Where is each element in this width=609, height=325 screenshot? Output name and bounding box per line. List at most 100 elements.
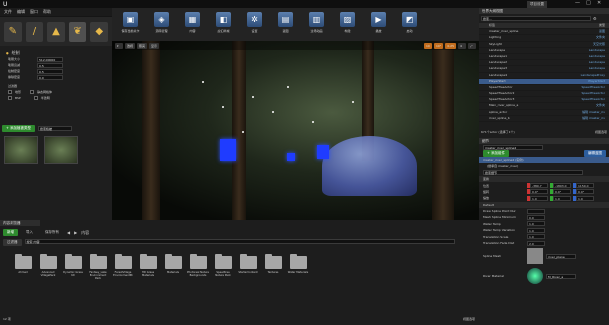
detail-prop-value[interactable]: 1.0 — [527, 227, 545, 233]
location-y[interactable]: -1803.0 — [553, 183, 571, 189]
river-material-thumbnail[interactable] — [527, 268, 543, 285]
viewport-menu-button[interactable]: ▾ — [115, 42, 123, 49]
close-button[interactable]: ✕ — [597, 0, 601, 6]
import-button[interactable]: 导入 — [22, 229, 37, 236]
volume-dome[interactable] — [322, 136, 417, 196]
landscape-mode-icon[interactable]: ▲ — [47, 21, 65, 42]
folder-item[interactable]: Materials — [162, 254, 184, 280]
paint-density-field[interactable]: 0.5 — [37, 68, 63, 74]
menu-file[interactable]: 文件 — [4, 9, 12, 15]
level-viewport[interactable]: ▾ 透视 照亮 显示 10 10° 0.25 4 ⤢ — [112, 41, 479, 220]
detail-prop-value[interactable] — [527, 208, 545, 214]
geometry-mode-icon[interactable]: ◆ — [90, 21, 108, 42]
brush-size-field[interactable]: 512.00000 — [37, 56, 63, 62]
outliner-search-input[interactable]: 搜索... — [481, 16, 591, 21]
save-button[interactable]: ▣ 保存当前关卡 — [118, 12, 143, 37]
paint-mode-icon[interactable]: / — [25, 21, 44, 42]
transform-section[interactable]: 变换 — [483, 177, 489, 181]
forward-icon[interactable]: ▶ — [74, 230, 77, 235]
detail-prop-value[interactable]: 1.0 — [527, 234, 545, 240]
blueprints-button[interactable]: ▤ 蓝图 — [273, 12, 298, 37]
detail-prop-label: Translation Fade Dist — [483, 241, 515, 246]
minimize-button[interactable]: — — [575, 0, 580, 6]
content-path[interactable]: 内容 — [81, 230, 89, 236]
marketplace-button[interactable]: ◧ 虚幻商城 — [211, 12, 236, 37]
foliage-thumbnail[interactable] — [44, 136, 78, 164]
folder-item[interactable]: Water Materials — [287, 254, 309, 280]
add-component-button[interactable]: + 添加组件 — [483, 150, 510, 158]
river-material-dropdown[interactable]: M_River_a — [546, 273, 576, 279]
static-mesh-checkbox[interactable] — [30, 90, 35, 94]
lit-button[interactable]: 照亮 — [137, 42, 148, 49]
source-control-button[interactable]: ◈ 源码管理 — [149, 12, 174, 37]
back-icon[interactable]: ◀ — [67, 230, 70, 235]
settings-button[interactable]: ✲ 设置 — [242, 12, 267, 37]
scale-snap-button[interactable]: 0.25 — [445, 42, 456, 49]
scale-z[interactable]: 1.0 — [576, 195, 594, 201]
grid-snap-button[interactable]: 10 — [423, 42, 432, 49]
folder-item[interactable]: Photoreal Nature Backgrounds — [187, 254, 209, 280]
content-button[interactable]: ▦ 内容 — [180, 12, 205, 37]
folder-item[interactable]: Speedtree Nature Pack — [212, 254, 234, 280]
folder-item[interactable]: ForestVillage EnvironmentPk — [112, 254, 134, 280]
build-button[interactable]: ▨ 构建 — [335, 12, 360, 37]
edit-blueprint-button[interactable]: 编辑蓝图 — [584, 150, 606, 158]
location-x[interactable]: -380.7 — [530, 183, 548, 189]
foliage-mode-icon[interactable]: ❦ — [68, 21, 87, 42]
camera-speed-button[interactable]: 4 — [458, 42, 466, 49]
add-foliage-type-button[interactable]: + 添加植被类型 — [2, 124, 36, 132]
scale-x[interactable]: 1.0 — [530, 195, 548, 201]
play-button[interactable]: ▶ 播放 — [366, 12, 391, 37]
foliage-search-input[interactable]: 搜索植被 — [38, 125, 73, 131]
folder-item[interactable]: Dynamic Grass Kit — [62, 254, 84, 280]
default-section[interactable]: Default — [483, 203, 494, 207]
detail-prop-value[interactable]: 0.0 — [527, 214, 545, 220]
settings-icon[interactable]: ⚙ — [593, 16, 597, 21]
folder-item[interactable]: Fantasy_Lake Environment Pack — [87, 254, 109, 280]
filters-button[interactable]: 过滤器 — [3, 239, 22, 246]
erase-density-field[interactable]: 0.0 — [37, 74, 63, 80]
perspective-button[interactable]: 透视 — [125, 42, 136, 49]
scale-y[interactable]: 1.0 — [553, 195, 571, 201]
show-button[interactable]: 显示 — [149, 42, 160, 49]
selected-actor-cube[interactable] — [287, 153, 295, 161]
translucent-checkbox[interactable] — [33, 96, 38, 100]
folder-item[interactable]: HD Grass Materials — [137, 254, 159, 280]
landscape-checkbox[interactable] — [8, 90, 12, 94]
menu-help[interactable]: 帮助 — [43, 9, 51, 15]
brush-falloff-field[interactable]: 0.5 — [37, 62, 63, 68]
selected-actor-cube[interactable] — [220, 139, 236, 161]
content-search-input[interactable]: 搜索 内容 — [24, 239, 455, 244]
details-search-input[interactable]: 搜索细节 — [483, 170, 583, 176]
detail-prop-value[interactable]: 2.0 — [527, 240, 545, 246]
cinematics-button[interactable]: ▥ 过场动画 — [304, 12, 329, 37]
spline-mesh-thumbnail[interactable] — [527, 248, 543, 265]
folder-item[interactable]: Advanced VillagePack — [37, 254, 59, 280]
outliner-row[interactable]: river_spline_b 编辑 master_riv — [479, 116, 609, 122]
add-new-button[interactable]: 新增 — [3, 229, 18, 236]
rotation-x[interactable]: 0.0° — [530, 189, 548, 195]
foliage-thumbnail[interactable] — [4, 136, 38, 164]
folder-item[interactable]: Ahmad — [12, 254, 34, 280]
folder-item[interactable]: StarterContent — [237, 254, 259, 280]
selected-actor-cube[interactable] — [317, 145, 329, 159]
menu-window[interactable]: 窗口 — [30, 9, 38, 15]
rotation-z[interactable]: 0.0° — [576, 189, 594, 195]
maximize-button[interactable]: □ — [586, 0, 591, 6]
detail-prop-value[interactable]: 1.0 — [527, 221, 545, 227]
bsp-checkbox[interactable] — [8, 96, 12, 100]
outliner-view-options[interactable]: 视图选项 — [595, 130, 607, 134]
angle-snap-button[interactable]: 10° — [433, 42, 444, 49]
spline-mesh-dropdown[interactable]: river_plane — [546, 253, 576, 259]
menu-edit[interactable]: 编辑 — [17, 9, 25, 15]
maximize-viewport-button[interactable]: ⤢ — [468, 42, 476, 49]
location-z[interactable]: 1150.0 — [576, 183, 594, 189]
launch-button[interactable]: ◩ 启动 — [397, 12, 422, 37]
content-view-options[interactable]: 视图选项 — [463, 317, 475, 321]
top-right-label[interactable]: 项目设置 — [527, 1, 547, 8]
rotation-y[interactable]: 0.0° — [553, 189, 571, 195]
folder-item[interactable]: Textures — [262, 254, 284, 280]
save-all-button[interactable]: 保存所有 — [41, 229, 63, 236]
place-mode-icon[interactable]: ✎ — [4, 21, 22, 42]
actor-name-field[interactable]: master_river_spline2 — [483, 144, 543, 150]
